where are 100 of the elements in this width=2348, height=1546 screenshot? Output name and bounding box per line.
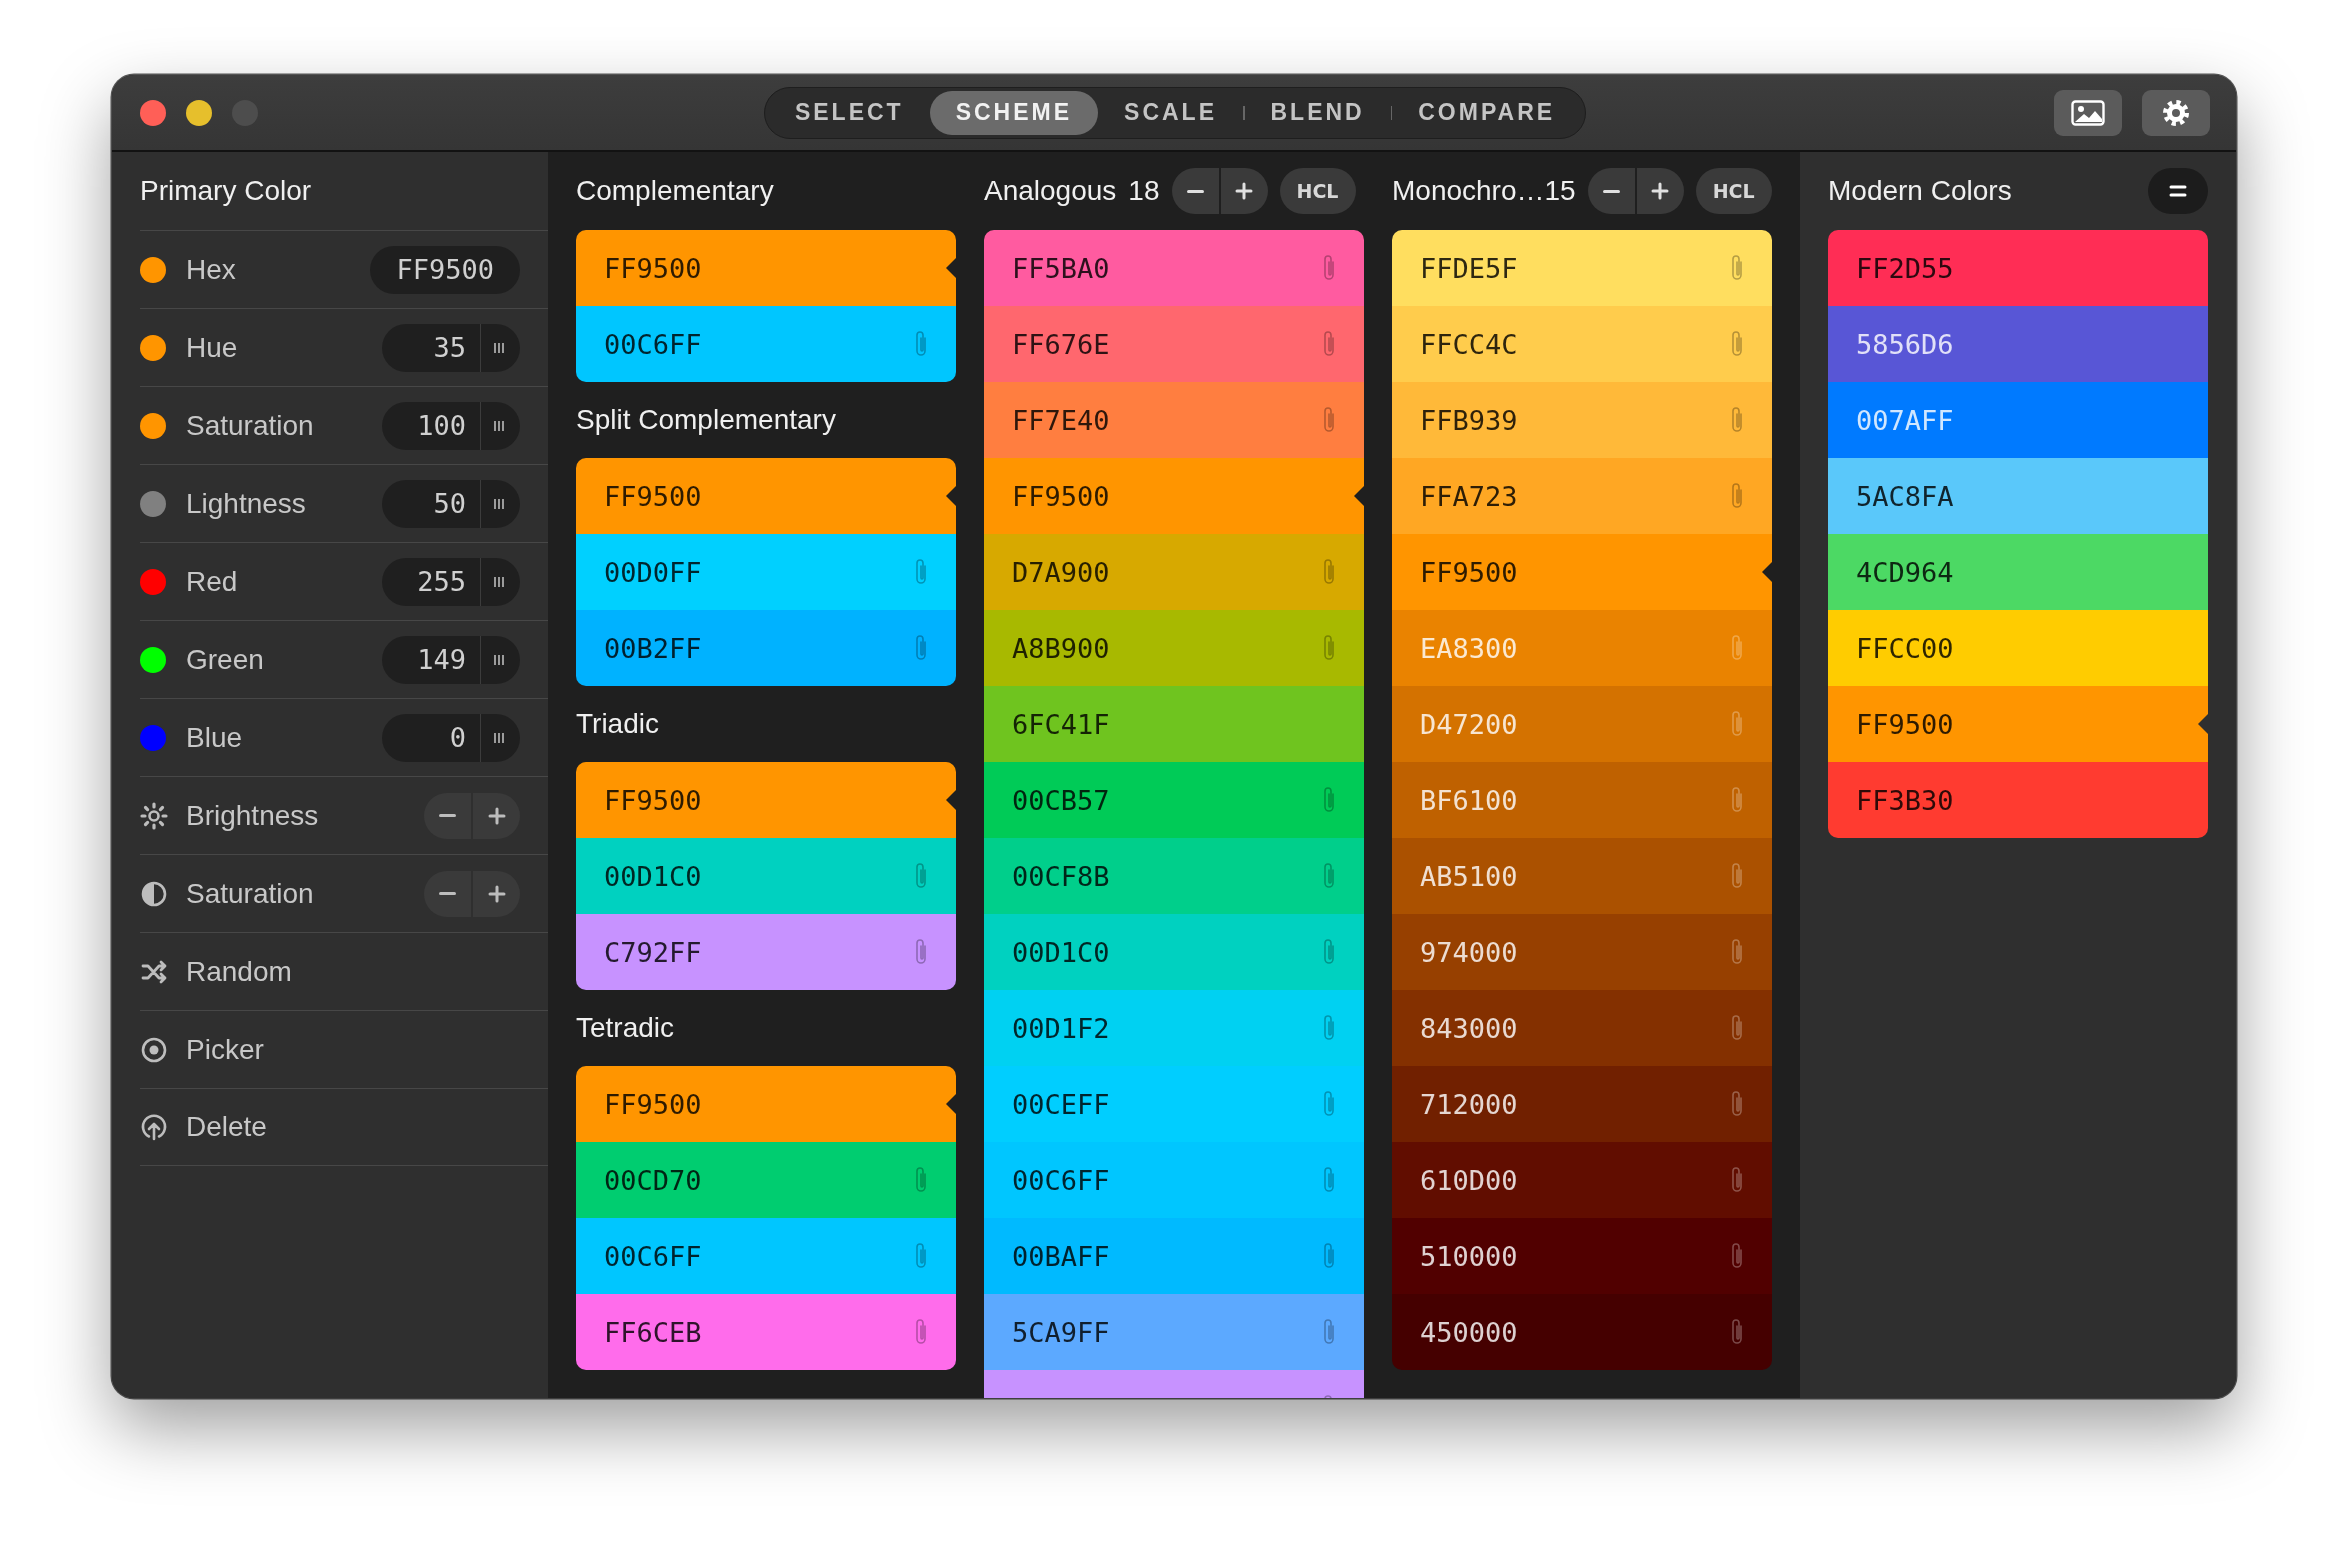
settings-button[interactable] (2142, 89, 2210, 136)
color-swatch[interactable]: FF9500 (576, 1066, 956, 1142)
number-field[interactable]: 255 (382, 557, 480, 606)
drag-handle[interactable] (480, 557, 520, 606)
contrast-icon (140, 879, 168, 908)
color-swatch[interactable]: AB5100 (1392, 838, 1772, 914)
grip-icon (493, 731, 504, 744)
color-swatch[interactable]: 450000 (1392, 1294, 1772, 1370)
column-title: Monochro… (1392, 175, 1545, 207)
mode-tab[interactable]: BLEND (1244, 90, 1391, 135)
drag-handle[interactable] (480, 713, 520, 762)
drag-handle[interactable] (480, 479, 520, 528)
drag-handle[interactable] (480, 323, 520, 372)
color-swatch[interactable]: 974000 (1392, 914, 1772, 990)
color-swatch[interactable]: 00CF8B (984, 838, 1364, 914)
field-label: Blue (186, 721, 244, 754)
drag-handle[interactable] (480, 635, 520, 684)
number-field[interactable]: 149 (382, 635, 480, 684)
hex-field[interactable]: FF9500 (370, 245, 520, 294)
color-swatch[interactable]: FF3B30 (1828, 762, 2208, 838)
mode-button[interactable]: HCL (1279, 168, 1356, 214)
color-swatch[interactable]: FF9500 (576, 762, 956, 838)
color-swatch[interactable]: 4CD964 (1828, 534, 2208, 610)
panel-title: Modern Colors (1828, 175, 2012, 207)
color-swatch[interactable]: 843000 (1392, 990, 1772, 1066)
color-swatch[interactable]: 00B2FF (576, 610, 956, 686)
color-swatch[interactable]: FF5BA0 (984, 230, 1364, 306)
color-swatch[interactable]: FFDE5F (1392, 230, 1772, 306)
image-icon (2071, 99, 2105, 126)
minus-icon (439, 892, 456, 895)
mode-tab[interactable]: SELECT (768, 90, 930, 135)
target-icon (140, 1035, 168, 1064)
number-field[interactable]: 100 (382, 401, 480, 450)
plus-button[interactable] (1220, 168, 1268, 214)
menu-item[interactable]: Delete (140, 1089, 520, 1165)
color-swatch[interactable]: FF9500 (1828, 686, 2208, 762)
color-swatch[interactable]: 5CA9FF (984, 1294, 1364, 1370)
color-swatch[interactable]: A8B900 (984, 610, 1364, 686)
color-swatch[interactable]: 00C6FF (576, 306, 956, 382)
color-swatch[interactable]: 510000 (1392, 1218, 1772, 1294)
color-swatch[interactable]: FFCC00 (1828, 610, 2208, 686)
mode-tab[interactable]: SCALE (1098, 90, 1243, 135)
options-button[interactable] (2148, 168, 2208, 214)
minus-button[interactable] (1171, 168, 1219, 214)
plus-button[interactable] (473, 792, 520, 839)
minus-icon (439, 814, 456, 817)
mode-tab[interactable]: COMPARE (1392, 90, 1582, 135)
menu-item[interactable]: Random (140, 933, 520, 1010)
field-label: Lightness (186, 487, 307, 520)
field-label: Saturation (186, 409, 315, 442)
drag-handle[interactable] (480, 401, 520, 450)
color-swatch[interactable]: FF6CEB (576, 1294, 956, 1370)
color-swatch[interactable]: 00CB57 (984, 762, 1364, 838)
count-label: 18 (1128, 175, 1160, 207)
color-swatch[interactable]: 00BAFF (984, 1218, 1364, 1294)
window-control[interactable] (186, 99, 212, 126)
menu-item[interactable]: Picker (140, 1011, 520, 1088)
minus-button[interactable] (1587, 168, 1635, 214)
color-swatch[interactable]: 00CD70 (576, 1142, 956, 1218)
gear-icon (2161, 97, 2191, 128)
color-swatch[interactable]: 00D0FF (576, 534, 956, 610)
color-swatch[interactable]: 00C6FF (984, 1142, 1364, 1218)
mode-button[interactable]: HCL (1695, 168, 1772, 214)
image-button[interactable] (2054, 89, 2122, 136)
color-swatch[interactable]: 6FC41F (984, 686, 1364, 762)
color-swatch[interactable]: 5856D6 (1828, 306, 2208, 382)
color-swatch[interactable]: 00C6FF (576, 1218, 956, 1294)
field-label: Saturation (186, 877, 315, 910)
group-title: Triadic (576, 708, 659, 740)
color-swatch[interactable]: D7A900 (984, 534, 1364, 610)
color-swatch[interactable]: FF2D55 (1828, 230, 2208, 306)
color-swatch[interactable]: 5AC8FA (1828, 458, 2208, 534)
window-control[interactable] (140, 99, 166, 126)
plus-button[interactable] (1636, 168, 1684, 214)
minus-button[interactable] (424, 870, 471, 917)
group-title: Split Complementary (576, 404, 836, 436)
color-swatch[interactable]: FFB939 (1392, 382, 1772, 458)
color-swatch[interactable]: 00D1C0 (576, 838, 956, 914)
color-swatch[interactable]: C792FF (576, 914, 956, 990)
color-swatch[interactable]: 00D1F2 (984, 990, 1364, 1066)
color-swatch[interactable]: FF9500 (1392, 534, 1772, 610)
color-swatch[interactable]: FFCC4C (1392, 306, 1772, 382)
color-swatch[interactable]: FF9500 (984, 458, 1364, 534)
number-field[interactable]: 50 (382, 479, 480, 528)
color-swatch[interactable]: FF7E40 (984, 382, 1364, 458)
field-label: Hex (186, 253, 237, 286)
number-field[interactable]: 35 (382, 323, 480, 372)
color-swatch[interactable]: FFA723 (1392, 458, 1772, 534)
color-swatch[interactable]: 00D1C0 (984, 914, 1364, 990)
mode-tab[interactable]: SCHEME (929, 90, 1099, 135)
color-swatch[interactable]: FF9500 (576, 458, 956, 534)
color-swatch[interactable]: FF676E (984, 306, 1364, 382)
color-swatch[interactable]: 00CEFF (984, 1066, 1364, 1142)
number-field[interactable]: 0 (382, 713, 480, 762)
plus-button[interactable] (473, 870, 520, 917)
color-swatch[interactable]: 610D00 (1392, 1142, 1772, 1218)
minus-button[interactable] (424, 792, 471, 839)
color-swatch[interactable]: 712000 (1392, 1066, 1772, 1142)
field-label: Red (186, 565, 239, 598)
color-swatch[interactable]: FF9500 (576, 230, 956, 306)
